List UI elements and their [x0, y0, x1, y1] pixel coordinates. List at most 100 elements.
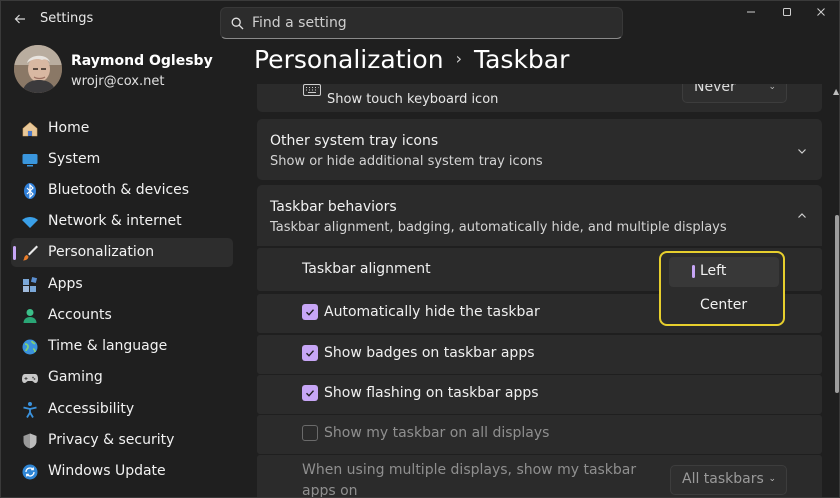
card-subtitle: Taskbar alignment, badging, automaticall… [270, 220, 727, 235]
touch-keyboard-label: Show touch keyboard icon [327, 92, 499, 107]
multi-display-dropdown[interactable]: All taskbars ⌄ [670, 465, 787, 495]
chevron-down-icon: ⌄ [768, 84, 776, 92]
sidebar-item-bluetooth[interactable]: Bluetooth & devices [11, 176, 233, 205]
alignment-option-left[interactable]: Left [669, 257, 779, 287]
sidebar-item-time-language[interactable]: Time & language [11, 332, 233, 361]
card-title: Taskbar behaviors [270, 199, 397, 215]
globe-icon [22, 339, 38, 355]
brush-icon [23, 245, 38, 261]
bluetooth-icon [24, 183, 36, 199]
close-button[interactable] [808, 5, 834, 23]
sidebar-item-label: Privacy & security [48, 432, 175, 448]
apps-icon [23, 276, 38, 292]
taskbar-alignment-label: Taskbar alignment [302, 261, 431, 277]
checkmark-icon [306, 309, 315, 316]
sidebar-item-accessibility[interactable]: Accessibility [11, 395, 233, 424]
auto-hide-label: Automatically hide the taskbar [324, 304, 540, 320]
show-badges-checkbox[interactable] [302, 345, 318, 361]
selected-indicator [692, 265, 695, 278]
option-label: Center [700, 297, 748, 313]
dropdown-value: Never [694, 84, 736, 95]
sidebar-item-privacy-security[interactable]: Privacy & security [11, 426, 233, 455]
profile-email: wrojr@cox.net [71, 74, 165, 89]
all-displays-row[interactable]: Show my taskbar on all displays [257, 415, 822, 454]
checkmark-icon [306, 350, 315, 357]
sidebar-item-label: Apps [48, 276, 83, 292]
sidebar-item-label: Network & internet [48, 213, 182, 229]
sidebar-item-label: Accounts [48, 307, 112, 323]
breadcrumb-separator: › [455, 49, 462, 68]
all-displays-checkbox[interactable] [302, 425, 318, 441]
gamepad-icon [22, 374, 38, 383]
show-badges-label: Show badges on taskbar apps [324, 345, 535, 361]
checkmark-icon [306, 390, 315, 397]
search-box[interactable] [220, 7, 623, 39]
accounts-icon [23, 309, 37, 323]
profile-name: Raymond Oglesby [71, 53, 213, 69]
title-bar: Settings [1, 1, 839, 41]
wifi-icon [22, 217, 38, 228]
taskbar-behaviors-card[interactable]: Taskbar behaviors Taskbar alignment, bad… [257, 185, 822, 246]
maximize-button[interactable] [774, 5, 800, 23]
keyboard-icon [303, 84, 321, 96]
multi-display-row: When using multiple displays, show my ta… [257, 455, 822, 498]
alignment-option-center[interactable]: Center [669, 291, 779, 321]
active-indicator [13, 246, 16, 260]
show-flashing-label: Show flashing on taskbar apps [324, 385, 539, 401]
accessibility-icon [23, 402, 37, 418]
option-label: Left [700, 263, 727, 279]
sidebar-item-gaming[interactable]: Gaming [11, 363, 233, 392]
profile-photo-icon [14, 45, 62, 93]
show-flashing-row[interactable]: Show flashing on taskbar apps [257, 375, 822, 414]
scrollbar-thumb[interactable] [835, 215, 839, 393]
sidebar-item-network[interactable]: Network & internet [11, 207, 233, 236]
settings-window: Settings Raymond Og [0, 0, 840, 498]
chevron-down-icon: ⌄ [768, 474, 776, 484]
sidebar-item-label: Bluetooth & devices [48, 182, 190, 198]
card-subtitle: Show or hide additional system tray icon… [270, 154, 543, 169]
breadcrumb-parent[interactable]: Personalization [254, 45, 444, 74]
app-title: Settings [40, 11, 94, 26]
minimize-button[interactable] [738, 5, 764, 23]
scroll-up-arrow-icon[interactable]: ▲ [833, 87, 839, 96]
home-icon [22, 122, 38, 137]
breadcrumb: Personalization › Taskbar [254, 45, 569, 74]
system-icon [22, 154, 38, 167]
auto-hide-checkbox[interactable] [302, 304, 318, 320]
sidebar-item-label: Accessibility [48, 401, 135, 417]
sidebar-item-label: Home [48, 120, 90, 136]
close-icon [817, 8, 825, 16]
multi-display-label-line2: apps on [302, 483, 358, 498]
sidebar-item-apps[interactable]: Apps [11, 270, 233, 299]
sidebar-item-home[interactable]: Home [11, 114, 233, 143]
chevron-up-icon [798, 213, 806, 218]
taskbar-alignment-flyout: Left Center [659, 251, 785, 326]
back-arrow-icon [14, 14, 25, 24]
chevron-down-icon [798, 149, 806, 154]
sidebar-item-label: Personalization [48, 244, 155, 260]
scrollbar[interactable]: ▲ [831, 85, 839, 497]
other-system-tray-card[interactable]: Other system tray icons Show or hide add… [257, 119, 822, 180]
search-icon [231, 17, 244, 30]
sidebar-item-label: Time & language [48, 338, 168, 354]
sidebar-item-windows-update[interactable]: Windows Update [11, 457, 233, 486]
sidebar-item-accounts[interactable]: Accounts [11, 301, 233, 330]
all-displays-label: Show my taskbar on all displays [324, 425, 550, 441]
sidebar-item-label: System [48, 151, 101, 167]
sidebar-item-system[interactable]: System [11, 145, 233, 174]
touch-keyboard-row: Show touch keyboard icon Never ⌄ [257, 84, 822, 112]
search-input[interactable] [252, 12, 612, 34]
update-icon [22, 464, 38, 480]
show-flashing-checkbox[interactable] [302, 385, 318, 401]
card-title: Other system tray icons [270, 133, 439, 149]
shield-icon [23, 433, 37, 449]
touch-keyboard-dropdown[interactable]: Never ⌄ [682, 84, 787, 103]
avatar[interactable] [14, 45, 62, 93]
sidebar-item-label: Gaming [48, 369, 103, 385]
back-button[interactable] [10, 9, 30, 29]
dropdown-value: All taskbars [682, 471, 764, 487]
sidebar-item-label: Windows Update [48, 463, 166, 479]
multi-display-label-line1: When using multiple displays, show my ta… [302, 462, 637, 478]
show-badges-row[interactable]: Show badges on taskbar apps [257, 335, 822, 374]
sidebar-item-personalization[interactable]: Personalization [11, 238, 233, 267]
